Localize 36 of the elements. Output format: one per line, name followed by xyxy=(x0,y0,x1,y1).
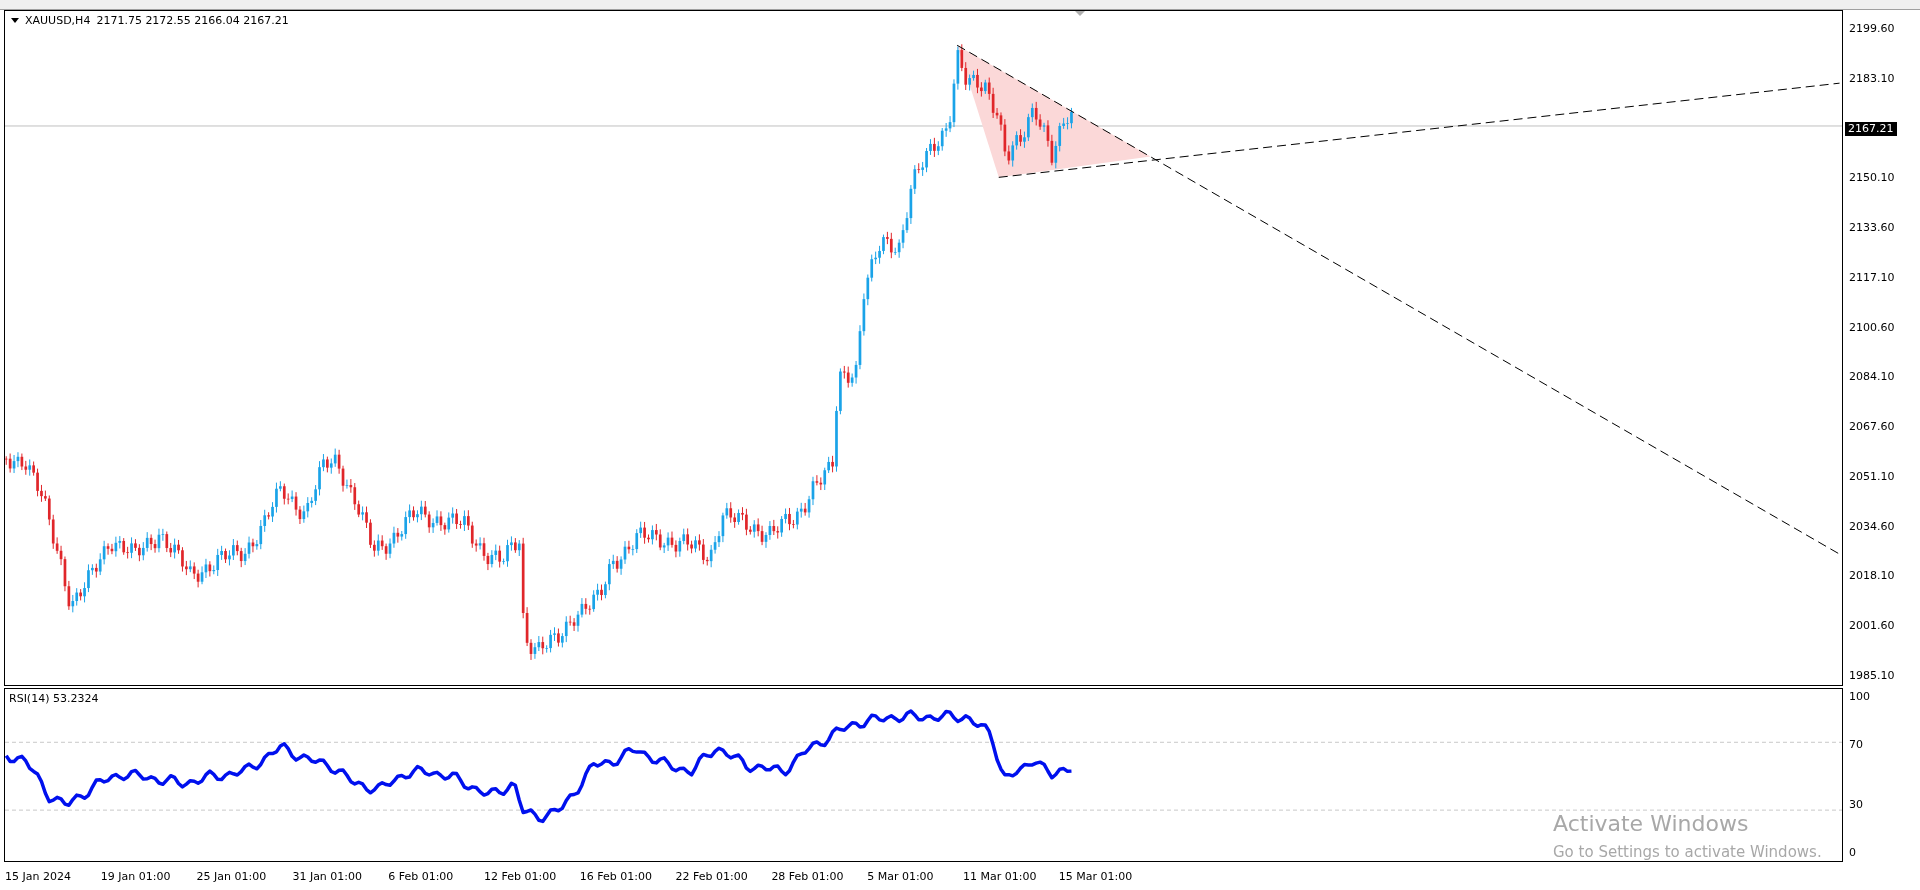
rsi-axis-label: 30 xyxy=(1849,797,1864,812)
price-axis-label: 2001.60 xyxy=(1849,619,1896,634)
dropdown-triangle-icon[interactable] xyxy=(11,18,19,23)
time-axis-label: 12 Feb 01:00 xyxy=(484,869,558,883)
time-axis-label: 31 Jan 01:00 xyxy=(292,869,364,883)
price-axis-label: 2100.60 xyxy=(1849,320,1896,335)
activation-title: Activate Windows xyxy=(1553,812,1750,836)
price-axis-label: 1985.10 xyxy=(1849,668,1896,683)
time-axis-label: 15 Jan 2024 xyxy=(5,869,72,883)
time-axis-label: 28 Feb 01:00 xyxy=(771,869,845,883)
price-axis-label: 2117.10 xyxy=(1849,270,1896,285)
price-axis-label: 2051.10 xyxy=(1849,469,1896,484)
time-axis-label: 19 Jan 01:00 xyxy=(100,869,172,883)
rsi-axis-label: 0 xyxy=(1849,846,1857,860)
current-price-label: 2167.21 xyxy=(1845,121,1897,136)
activation-message: Go to Settings to activate Windows. xyxy=(1553,844,1822,861)
time-axis-label: 6 Feb 01:00 xyxy=(388,869,455,883)
price-axis-label: 2183.10 xyxy=(1849,71,1896,86)
price-axis-label: 2199.60 xyxy=(1849,22,1896,36)
time-axis-label: 22 Feb 01:00 xyxy=(675,869,749,883)
rsi-axis-label: 70 xyxy=(1849,738,1864,753)
price-axis-label: 2084.10 xyxy=(1849,370,1896,385)
rsi-axis-label: 100 xyxy=(1849,690,1871,704)
time-axis-label: 15 Mar 01:00 xyxy=(1058,869,1134,883)
ohlc-quote: 2171.75 2172.55 2166.04 2167.21 xyxy=(96,14,289,27)
price-axis-label: 2150.10 xyxy=(1849,171,1896,186)
price-axis-label: 2034.60 xyxy=(1849,519,1896,534)
rsi-label: RSI(14) 53.2324 xyxy=(9,692,99,705)
price-axis-label: 2018.10 xyxy=(1849,569,1896,584)
price-axis-label: 2133.60 xyxy=(1849,221,1896,236)
time-axis-label: 25 Jan 01:00 xyxy=(196,869,268,883)
time-axis-label: 16 Feb 01:00 xyxy=(579,869,653,883)
price-axis-label: 2067.60 xyxy=(1849,420,1896,435)
symbol-label: XAUUSD,H4 xyxy=(25,14,91,27)
time-axis-label: 5 Mar 01:00 xyxy=(867,869,935,883)
time-axis-label: 11 Mar 01:00 xyxy=(962,869,1038,883)
